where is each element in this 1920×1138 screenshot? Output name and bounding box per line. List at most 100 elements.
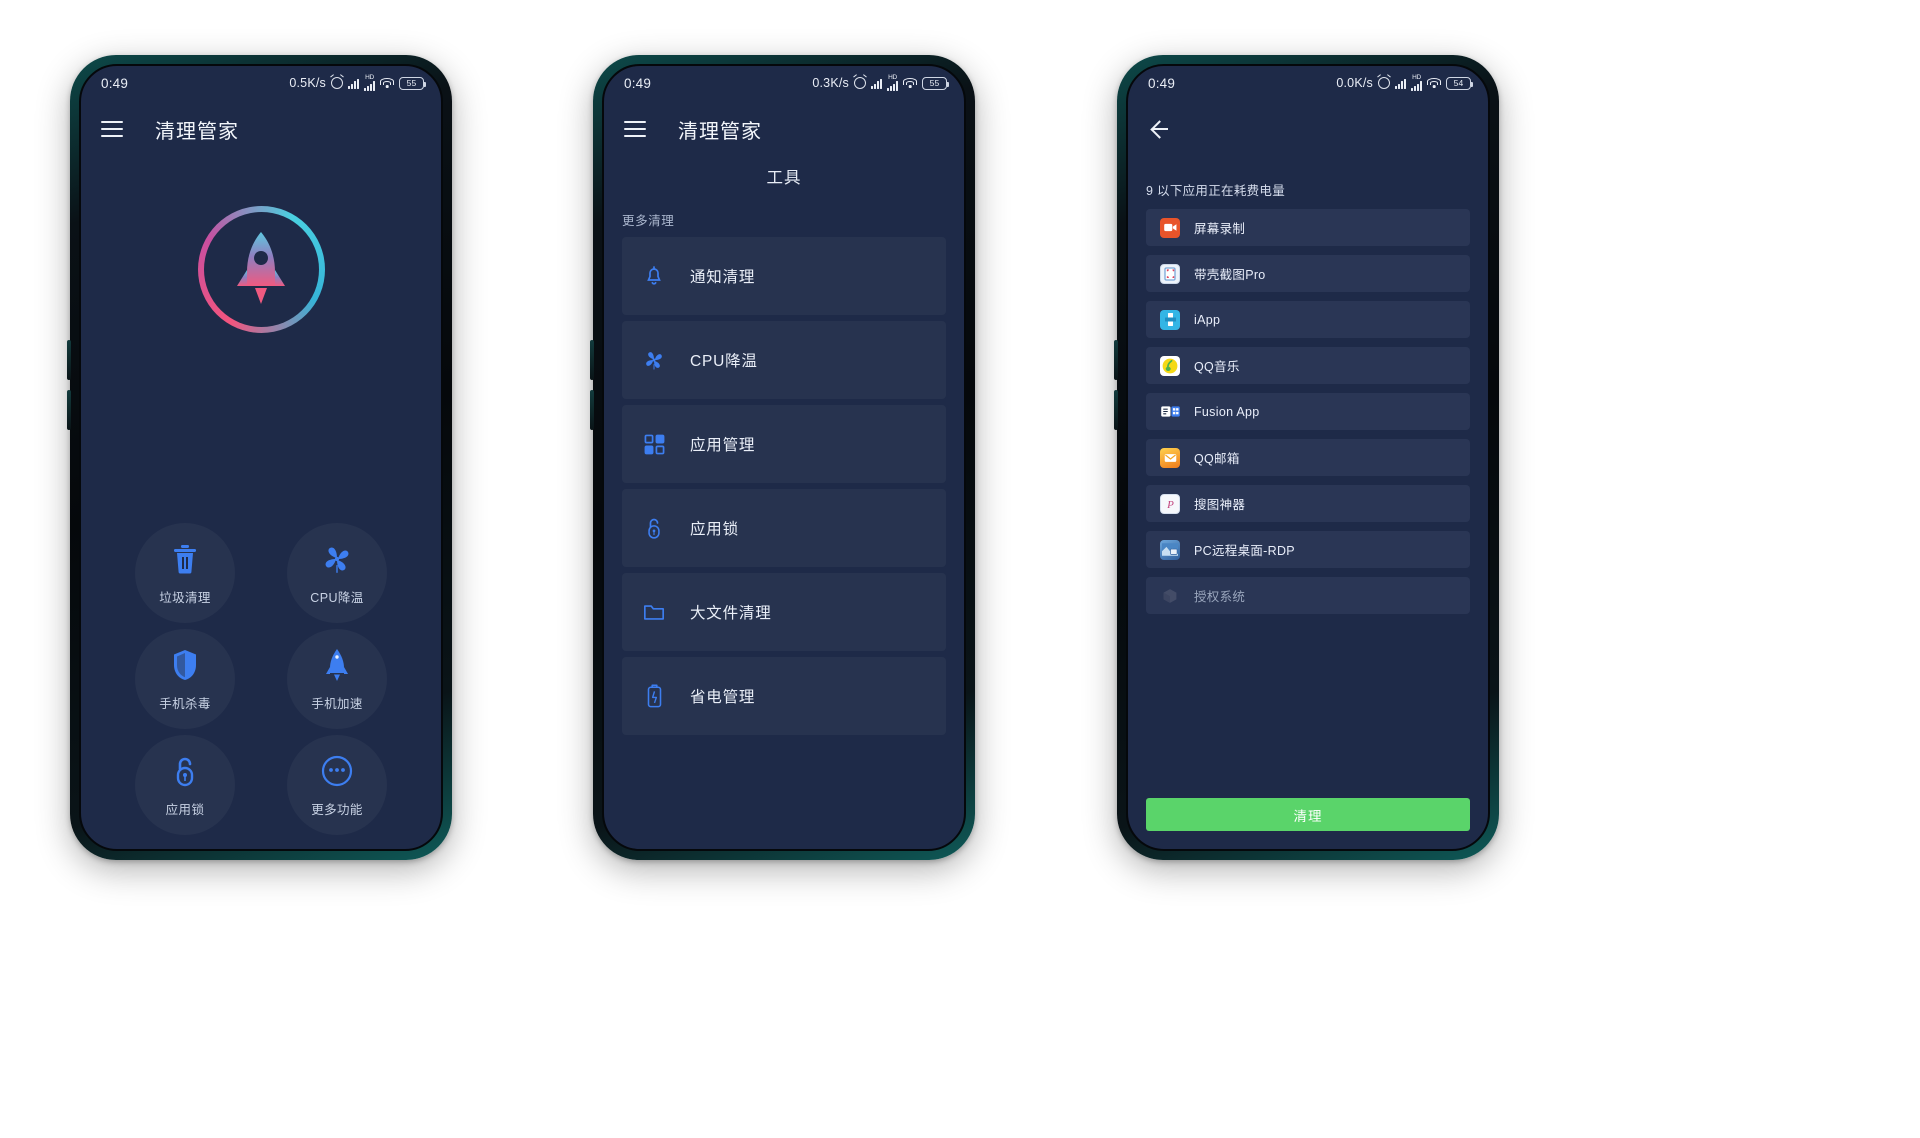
tool-label: 通知清理 xyxy=(690,269,756,286)
tool-row-large-file-clean[interactable]: 大文件清理 xyxy=(622,573,946,651)
qq-music-icon xyxy=(1160,355,1180,376)
signal-bars-icon xyxy=(871,78,882,89)
clean-button[interactable]: 清理 xyxy=(1146,798,1470,831)
app-row-qq-mail[interactable]: QQ邮箱 xyxy=(1146,439,1470,476)
app-name: 屏幕录制 xyxy=(1194,222,1246,236)
tool-row-app-management[interactable]: 应用管理 xyxy=(622,405,946,483)
app-name: 搜图神器 xyxy=(1194,498,1246,512)
tool-row-app-lock[interactable]: 应用锁 xyxy=(622,489,946,567)
page-title: 清理管家 xyxy=(155,120,239,143)
hamburger-icon[interactable] xyxy=(101,121,123,137)
alarm-icon xyxy=(854,77,866,89)
tile-label: 手机杀毒 xyxy=(159,696,211,711)
battery-indicator: 54 xyxy=(1446,76,1473,90)
tile-phone-boost[interactable]: 手机加速 xyxy=(287,629,387,729)
volume-up-button[interactable] xyxy=(67,340,71,380)
volume-up-button[interactable] xyxy=(590,340,594,380)
image-search-icon: P xyxy=(1160,493,1180,514)
phone1-screen: 0:49 0.5K/s HD 55 清理管家 垃圾清理 CPU降温 手机杀毒 手… xyxy=(79,64,443,851)
fan-icon xyxy=(640,349,668,371)
tool-row-notification-clean[interactable]: 通知清理 xyxy=(622,237,946,315)
rocket-icon xyxy=(325,647,349,683)
wifi-icon xyxy=(903,77,917,89)
bell-icon xyxy=(640,265,668,287)
tile-app-lock[interactable]: 应用锁 xyxy=(135,735,235,835)
tool-label: CPU降温 xyxy=(690,353,758,370)
status-bar: 0:49 0.3K/s HD 55 xyxy=(604,66,964,100)
app-name: 带壳截图Pro xyxy=(1194,268,1266,282)
battery-indicator: 55 xyxy=(922,76,949,90)
tile-trash-clean[interactable]: 垃圾清理 xyxy=(135,523,235,623)
app-name: 授权系统 xyxy=(1194,590,1246,604)
wifi-icon xyxy=(1427,77,1441,89)
iapp-icon xyxy=(1160,309,1180,330)
phone3-screen: 0:49 0.0K/s HD 54 9 以下应用正在耗费电量 屏幕录制 带壳截图… xyxy=(1126,64,1490,851)
tile-label: 手机加速 xyxy=(311,696,363,711)
volume-down-button[interactable] xyxy=(590,390,594,430)
app-name: QQ邮箱 xyxy=(1194,452,1240,466)
phone-device-2: 0:49 0.3K/s HD 55 清理管家 工具 更多清理 通知清理 CPU降… xyxy=(590,55,975,860)
tool-label: 大文件清理 xyxy=(690,605,772,622)
status-bar: 0:49 0.5K/s HD 55 xyxy=(81,66,441,100)
phone2-screen: 0:49 0.3K/s HD 55 清理管家 工具 更多清理 通知清理 CPU降… xyxy=(602,64,966,851)
app-row-image-search[interactable]: P 搜图神器 xyxy=(1146,485,1470,522)
app-bar: 清理管家 xyxy=(604,100,964,158)
battery-indicator: 55 xyxy=(399,76,426,90)
shield-icon xyxy=(172,647,198,683)
lock-icon xyxy=(173,753,197,789)
trash-icon xyxy=(172,541,198,577)
tools-heading: 工具 xyxy=(766,169,802,187)
volume-up-button[interactable] xyxy=(1114,340,1118,380)
status-right-group: 0.0K/s HD 54 xyxy=(1336,74,1473,92)
back-arrow-icon[interactable] xyxy=(1148,117,1172,141)
lock-icon xyxy=(640,516,668,540)
status-time: 0:49 xyxy=(624,75,652,91)
tools-list: 通知清理 CPU降温 应用管理 应用锁 大文件清理 省电管理 xyxy=(604,237,964,735)
hamburger-icon[interactable] xyxy=(624,121,646,137)
section-label-more-clean: 更多清理 xyxy=(622,214,675,228)
tile-label: 应用锁 xyxy=(165,802,205,817)
status-right-group: 0.5K/s HD 55 xyxy=(289,74,426,92)
signal-bars-icon xyxy=(348,78,359,89)
network-speed: 0.5K/s xyxy=(289,76,326,90)
volume-down-button[interactable] xyxy=(67,390,71,430)
more-dots-icon xyxy=(321,753,353,789)
app-row-screenshot-pro[interactable]: 带壳截图Pro xyxy=(1146,255,1470,292)
auth-system-icon xyxy=(1160,586,1180,606)
tile-label: 垃圾清理 xyxy=(159,590,211,605)
signal-hd-icon: HD xyxy=(364,74,375,92)
fusion-app-icon xyxy=(1160,402,1180,422)
wifi-icon xyxy=(380,77,394,89)
app-row-qq-music[interactable]: QQ音乐 xyxy=(1146,347,1470,384)
app-name: Fusion App xyxy=(1194,404,1260,419)
app-bar xyxy=(1128,100,1488,158)
tool-row-power-saving[interactable]: 省电管理 xyxy=(622,657,946,735)
phone-device-3: 0:49 0.0K/s HD 54 9 以下应用正在耗费电量 屏幕录制 带壳截图… xyxy=(1114,55,1499,860)
screen3-content: 9 以下应用正在耗费电量 屏幕录制 带壳截图Pro iApp QQ音乐 Fusi… xyxy=(1128,100,1488,849)
status-right-group: 0.3K/s HD 55 xyxy=(812,74,949,92)
app-row-fusion-app[interactable]: Fusion App xyxy=(1146,393,1470,430)
qq-mail-icon xyxy=(1160,447,1180,468)
battery-app-list: 屏幕录制 带壳截图Pro iApp QQ音乐 Fusion App QQ邮箱 P… xyxy=(1128,209,1488,614)
volume-down-button[interactable] xyxy=(1114,390,1118,430)
tool-label: 省电管理 xyxy=(690,689,756,706)
app-row-screen-recorder[interactable]: 屏幕录制 xyxy=(1146,209,1470,246)
tile-more-functions[interactable]: 更多功能 xyxy=(287,735,387,835)
app-row-pc-remote-desktop[interactable]: PC远程桌面-RDP xyxy=(1146,531,1470,568)
app-row-auth-system[interactable]: 授权系统 xyxy=(1146,577,1470,614)
status-time: 0:49 xyxy=(1148,75,1176,91)
tile-label: CPU降温 xyxy=(310,590,364,605)
signal-hd-icon: HD xyxy=(887,74,898,92)
svg-text:P: P xyxy=(1166,499,1174,511)
tool-row-cpu-cooling[interactable]: CPU降温 xyxy=(622,321,946,399)
tile-cpu-cooling[interactable]: CPU降温 xyxy=(287,523,387,623)
feature-grid: 垃圾清理 CPU降温 手机杀毒 手机加速 应用锁 更多功能 xyxy=(81,523,441,835)
screen1-content: 清理管家 垃圾清理 CPU降温 手机杀毒 手机加速 应用锁 更多功能 xyxy=(81,100,441,849)
apps-grid-icon xyxy=(640,434,668,455)
rocket-icon xyxy=(203,212,319,327)
hero-rocket[interactable] xyxy=(81,206,441,333)
app-row-iapp[interactable]: iApp xyxy=(1146,301,1470,338)
folder-icon xyxy=(640,603,668,622)
tile-antivirus[interactable]: 手机杀毒 xyxy=(135,629,235,729)
status-time: 0:49 xyxy=(101,75,129,91)
